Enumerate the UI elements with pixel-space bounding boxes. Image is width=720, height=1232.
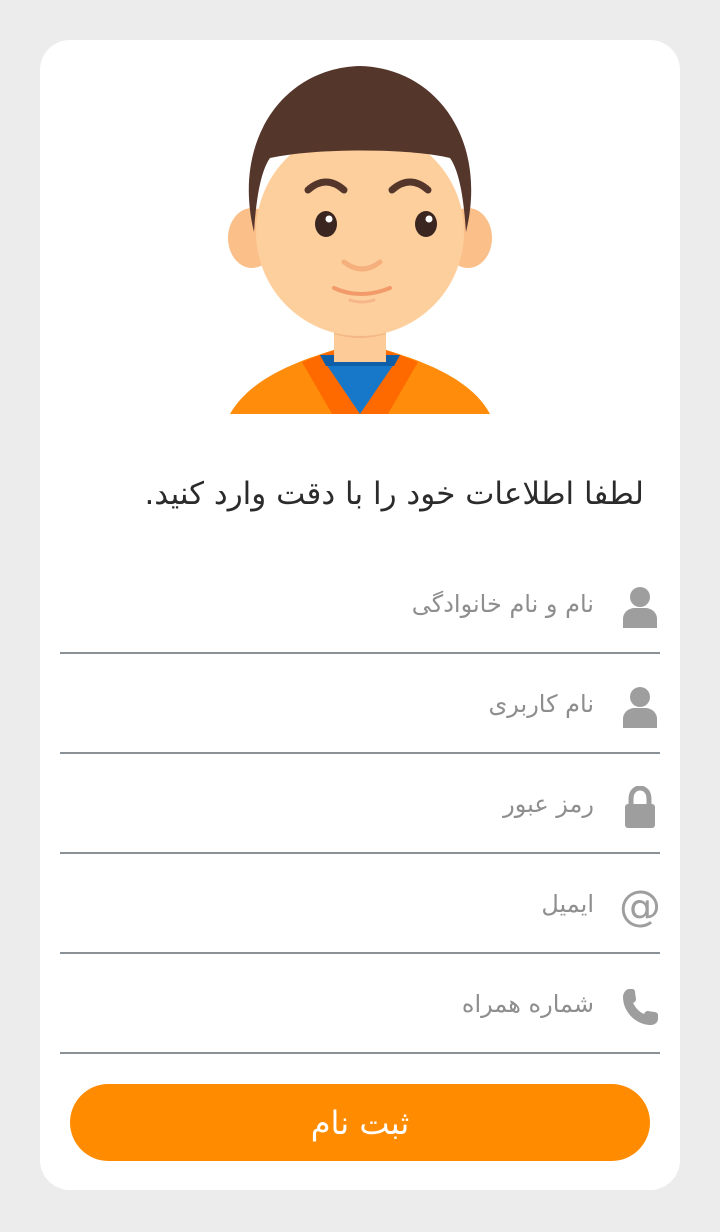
register-button[interactable]: ثبت نام bbox=[70, 1084, 650, 1161]
email-field: @ bbox=[60, 854, 660, 954]
user-icon bbox=[623, 587, 657, 628]
avatar-illustration bbox=[228, 66, 492, 414]
phone-icon bbox=[623, 989, 658, 1025]
fullname-input[interactable] bbox=[114, 582, 594, 626]
user-icon bbox=[623, 687, 657, 728]
form-instruction: لطفا اطلاعات خود را با دقت وارد کنید. bbox=[144, 476, 644, 512]
username-input[interactable] bbox=[114, 682, 594, 726]
phone-input[interactable] bbox=[114, 982, 594, 1026]
at-sign-icon: @ bbox=[620, 886, 660, 928]
svg-text:@: @ bbox=[620, 886, 660, 928]
username-field bbox=[60, 654, 660, 754]
fullname-field bbox=[60, 554, 660, 654]
lock-icon bbox=[625, 786, 655, 828]
phone-field bbox=[60, 954, 660, 1054]
password-field bbox=[60, 754, 660, 854]
right-eye bbox=[415, 211, 437, 237]
signup-card: لطفا اطلاعات خود را با دقت وارد کنید. @ bbox=[40, 40, 680, 1190]
email-input[interactable] bbox=[114, 882, 594, 926]
password-input[interactable] bbox=[114, 782, 594, 826]
left-eye bbox=[315, 211, 337, 237]
